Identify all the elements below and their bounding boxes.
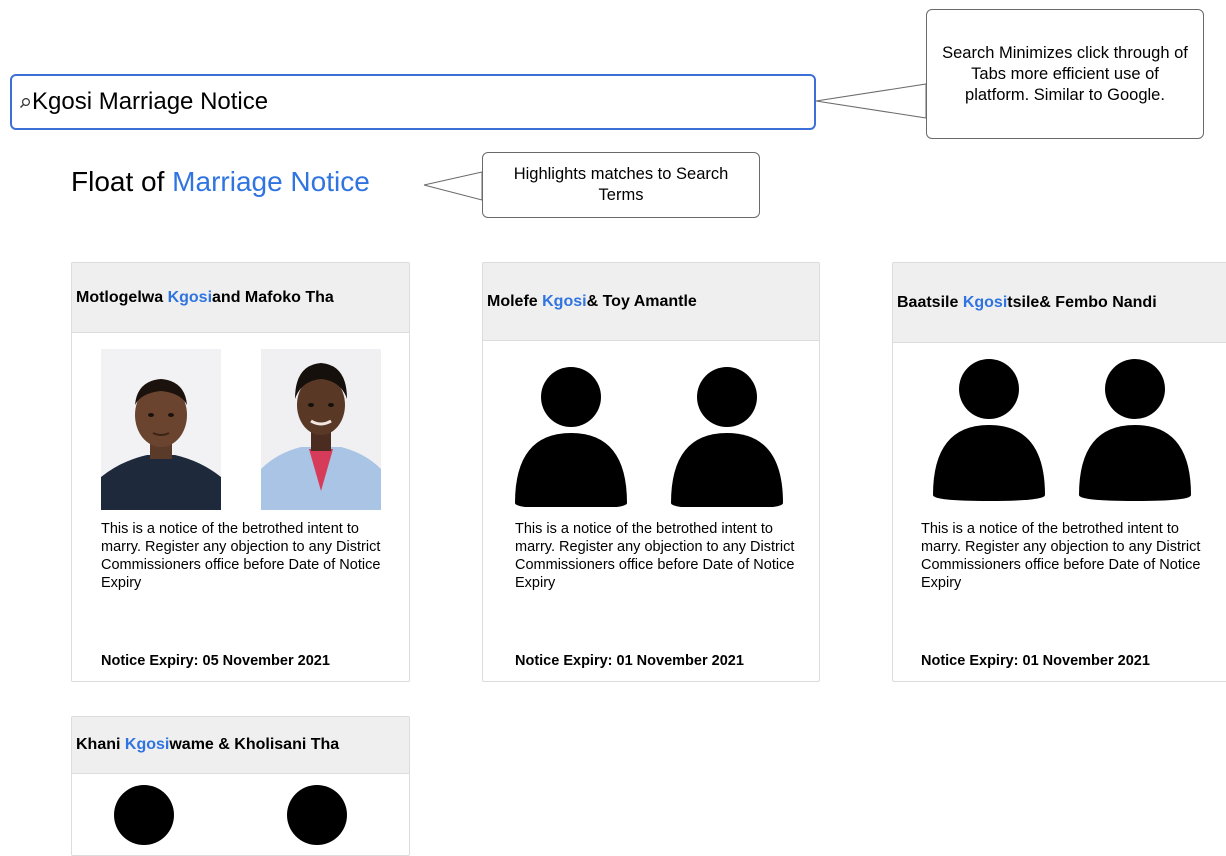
card-header: Motlogelwa Kgosi and Mafoko Tha [72,263,409,333]
notice-text: This is a notice of the betrothed intent… [101,521,381,591]
card-name-rest: tsile& Fembo Nandi [1007,293,1157,311]
card-header: Khani Kgosi wame & Kholisani Tha [72,717,409,774]
notice-card[interactable]: Motlogelwa Kgosi and Mafoko Tha This is … [71,262,410,682]
notice-text: This is a notice of the betrothed intent… [921,521,1201,591]
card-name-rest: and Mafoko Tha [212,288,334,306]
page-title-highlight: Marriage Notice [172,166,370,197]
card-name-match: Kgosi [962,293,1008,311]
card-name: Motlogelwa [76,288,164,306]
person-silhouette-icon [287,785,347,845]
card-name-match: Kgosi [542,292,587,310]
card-header: Molefe Kgosi & Toy Amantle [483,263,819,341]
card-name-rest: & Toy Amantle [586,292,697,310]
notice-text: This is a notice of the betrothed intent… [515,521,795,591]
person-silhouette-icon [671,367,783,507]
groom-photo [101,349,221,510]
person-silhouette-icon [1079,359,1191,501]
card-header: Baatsile Kgosi tsile& Fembo Nandi [893,263,1226,343]
notice-card[interactable]: Baatsile Kgosi tsile& Fembo Nandi This is… [892,262,1226,682]
person-silhouette-icon [933,359,1045,501]
person-silhouette-icon [515,367,627,507]
card-name-rest: wame & Kholisani Tha [169,736,340,753]
notice-expiry: Notice Expiry: 01 November 2021 [921,653,1150,669]
search-value: Kgosi Marriage Notice [32,88,269,115]
notice-expiry: Notice Expiry: 05 November 2021 [101,653,330,669]
card-name: Molefe [487,292,538,310]
search-annotation-callout: Search Minimizes click through of Tabs m… [926,9,1204,139]
person-silhouette-icon [114,785,174,845]
search-annotation-text: Search Minimizes click through of Tabs m… [942,43,1188,104]
card-name-match: Kgosi [124,736,170,753]
search-icon [18,96,32,110]
page-title: Float of Marriage Notice [71,166,370,198]
notice-expiry: Notice Expiry: 01 November 2021 [515,653,744,669]
highlight-annotation-callout: Highlights matches to Search Terms [482,152,760,218]
highlight-annotation-text: Highlights matches to Search Terms [513,165,729,204]
card-name: Baatsile [897,293,959,311]
search-input[interactable]: Kgosi Marriage Notice [10,74,816,130]
bride-photo [261,349,381,510]
notice-card[interactable]: Khani Kgosi wame & Kholisani Tha [71,716,410,856]
card-name-match: Kgosi [167,288,213,306]
card-name: Khani [76,736,121,753]
page-title-prefix: Float of [71,166,173,197]
notice-card[interactable]: Molefe Kgosi & Toy Amantle This is a not… [482,262,820,682]
